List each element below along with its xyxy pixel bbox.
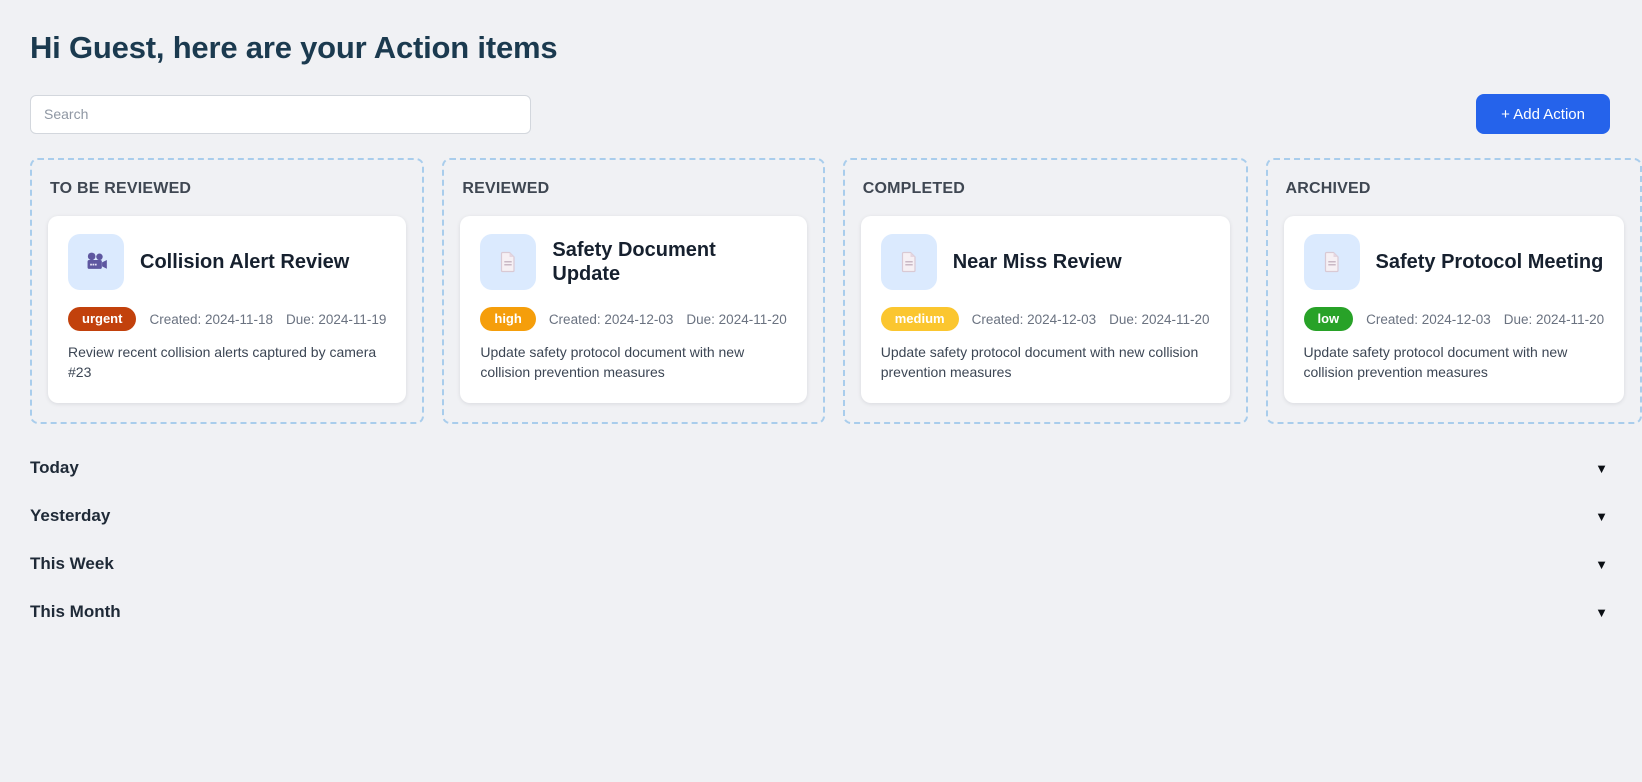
card-meta: low Created: 2024-12-03 Due: 2024-11-20	[1303, 307, 1605, 332]
due-date: Due: 2024-11-20	[686, 311, 787, 327]
created-date: Created: 2024-12-03	[971, 311, 1097, 327]
due-date: Due: 2024-11-19	[286, 311, 387, 327]
card-icon-box	[880, 234, 937, 290]
chevron-down-icon[interactable]: ▼	[1593, 556, 1610, 573]
column-label: COMPLETED	[862, 180, 965, 197]
document-icon	[897, 250, 921, 274]
created-date: Created: 2024-12-03	[1366, 311, 1491, 327]
chevron-down-icon[interactable]: ▼	[1593, 604, 1610, 621]
page-title: Hi Guest, here are your Action items	[30, 30, 558, 65]
timeline-section-today[interactable]: Today ▼	[30, 458, 1610, 478]
column-label: ARCHIVED	[1285, 180, 1371, 197]
section-label: This Month	[30, 602, 121, 621]
card-icon-box	[480, 234, 537, 290]
page-container: Hi Guest, here are your Action items + A…	[0, 0, 1642, 622]
created-date: Created: 2024-11-18	[149, 311, 274, 327]
priority-badge: urgent	[68, 307, 137, 332]
action-card[interactable]: Near Miss Review medium Created: 2024-12…	[860, 216, 1230, 403]
board-column-completed: COMPLETED Near Miss Review medium Create…	[842, 158, 1248, 424]
card-icon-box	[68, 234, 124, 290]
movie-camera-icon	[83, 249, 109, 275]
toolbar: + Add Action	[30, 94, 1610, 134]
created-date: Created: 2024-12-03	[548, 311, 674, 327]
timeline-section-yesterday[interactable]: Yesterday ▼	[30, 506, 1610, 526]
search-input[interactable]	[30, 94, 531, 134]
document-icon	[1320, 250, 1344, 274]
card-meta: medium Created: 2024-12-03 Due: 2024-11-…	[880, 307, 1210, 332]
timeline-section-this-month[interactable]: This Month ▼	[30, 602, 1610, 622]
chevron-down-icon[interactable]: ▼	[1593, 460, 1610, 477]
board-column-archived: ARCHIVED Safety Protocol Meeting low Cre…	[1265, 158, 1642, 424]
section-label: Yesterday	[30, 506, 111, 525]
card-meta: urgent Created: 2024-11-18 Due: 2024-11-…	[68, 307, 387, 332]
card-title: Safety Protocol Meeting	[1375, 251, 1604, 273]
card-title: Safety Document Update	[552, 239, 716, 285]
column-label: REVIEWED	[462, 180, 550, 197]
card-header: Safety Document Update	[480, 234, 786, 290]
board-column-reviewed: REVIEWED Safety Document Update high Cre…	[442, 158, 825, 424]
card-icon-box	[1303, 234, 1360, 290]
card-description: Update safety protocol document with new…	[1303, 344, 1568, 381]
action-card[interactable]: Collision Alert Review urgent Created: 2…	[48, 216, 407, 403]
section-label: Today	[30, 458, 79, 477]
action-board: TO BE REVIEWED Collision Alert Review ur…	[30, 158, 1642, 424]
timeline: Today ▼ Yesterday ▼ This Week ▼ This Mon…	[30, 458, 1610, 622]
section-label: This Week	[30, 554, 114, 573]
priority-badge: medium	[880, 307, 959, 332]
document-icon	[496, 250, 520, 274]
action-card[interactable]: Safety Document Update high Created: 202…	[460, 216, 807, 403]
board-column-to-be-reviewed: TO BE REVIEWED Collision Alert Review ur…	[30, 158, 425, 424]
card-header: Collision Alert Review	[68, 234, 386, 290]
card-title: Near Miss Review	[952, 251, 1122, 273]
due-date: Due: 2024-11-20	[1109, 311, 1210, 327]
add-action-button[interactable]: + Add Action	[1476, 94, 1610, 134]
column-label: TO BE REVIEWED	[50, 180, 192, 197]
timeline-section-this-week[interactable]: This Week ▼	[30, 554, 1610, 574]
action-card[interactable]: Safety Protocol Meeting low Created: 202…	[1283, 216, 1625, 403]
priority-badge: low	[1303, 307, 1354, 332]
card-description: Review recent collision alerts captured …	[68, 344, 377, 381]
card-description: Update safety protocol document with new…	[480, 344, 745, 381]
card-description: Update safety protocol document with new…	[880, 344, 1199, 381]
card-meta: high Created: 2024-12-03 Due: 2024-11-20	[480, 307, 787, 332]
card-header: Safety Protocol Meeting	[1303, 234, 1605, 290]
card-header: Near Miss Review	[880, 234, 1210, 290]
card-title: Collision Alert Review	[140, 251, 350, 273]
due-date: Due: 2024-11-20	[1503, 311, 1605, 327]
priority-badge: high	[480, 307, 536, 332]
chevron-down-icon[interactable]: ▼	[1593, 508, 1610, 525]
